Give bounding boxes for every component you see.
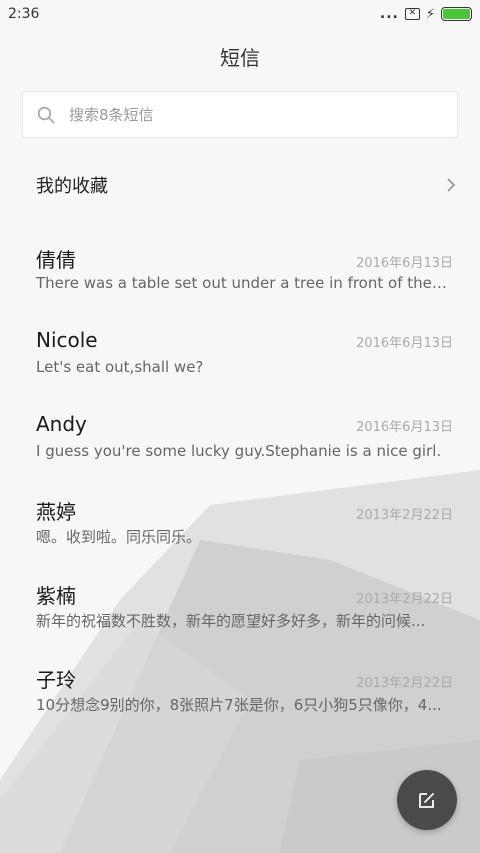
message-date: 2016年6月13日 [356,336,453,351]
message-date: 2013年2月22日 [356,676,453,691]
charging-bolt-icon: ⚡ [425,6,435,22]
status-icons: ... ✕ ⚡ [380,6,472,22]
message-preview: 嗯。收到啦。同乐同乐。 [36,528,202,546]
search-icon [37,106,55,123]
no-sim-icon: ✕ [404,8,420,20]
contact-name: Nicole [36,328,98,352]
search-bar[interactable] [22,91,458,138]
list-item[interactable]: 倩倩 2016年6月13日 There was a table set out … [0,244,480,328]
page-title: 短信 [220,46,260,70]
message-preview: 10分想念9别的你，8张照片7张是你，6只小狗5只像你，4... [36,696,442,714]
compose-button[interactable] [397,770,457,830]
battery-icon [441,7,472,21]
status-time: 2:36 [8,6,40,22]
contact-name: 子玲 [36,668,76,692]
message-date: 2013年2月22日 [356,508,453,523]
message-date: 2013年2月22日 [356,592,453,607]
list-item[interactable]: 子玲 2013年2月22日 10分想念9别的你，8张照片7张是你，6只小狗5只像… [0,664,480,748]
message-date: 2016年6月13日 [356,420,453,435]
battery-fill [443,9,470,19]
list-item[interactable]: Nicole 2016年6月13日 Let's eat out,shall we… [0,328,480,412]
message-date: 2016年6月13日 [356,256,453,271]
message-preview: There was a table set out under a tree i… [36,274,450,292]
contact-name: 燕婷 [36,500,76,524]
compose-icon [419,793,434,808]
contact-name: Andy [36,412,87,436]
contact-name: 倩倩 [36,248,76,272]
status-bar: 2:36 ... ✕ ⚡ [0,0,480,28]
messages-screen: 2:36 ... ✕ ⚡ 短信 我的收藏 倩倩 2016年6月13日 [0,0,480,853]
favorites-label: 我的收藏 [36,176,108,197]
contact-name: 紫楠 [36,584,76,608]
search-input[interactable] [69,105,457,124]
list-item[interactable]: Andy 2016年6月13日 I guess you're some luck… [0,412,480,496]
list-item[interactable]: 燕婷 2013年2月22日 嗯。收到啦。同乐同乐。 [0,496,480,580]
chevron-right-icon [447,178,456,192]
message-preview: Let's eat out,shall we? [36,358,204,376]
favorites-row[interactable]: 我的收藏 [0,162,480,208]
list-item[interactable]: 紫楠 2013年2月22日 新年的祝福数不胜数，新年的愿望好多好多，新年的问候.… [0,580,480,664]
message-preview: I guess you're some lucky guy.Stephanie … [36,442,442,460]
message-preview: 新年的祝福数不胜数，新年的愿望好多好多，新年的问候... [36,612,426,630]
more-notifications-icon: ... [379,6,399,22]
